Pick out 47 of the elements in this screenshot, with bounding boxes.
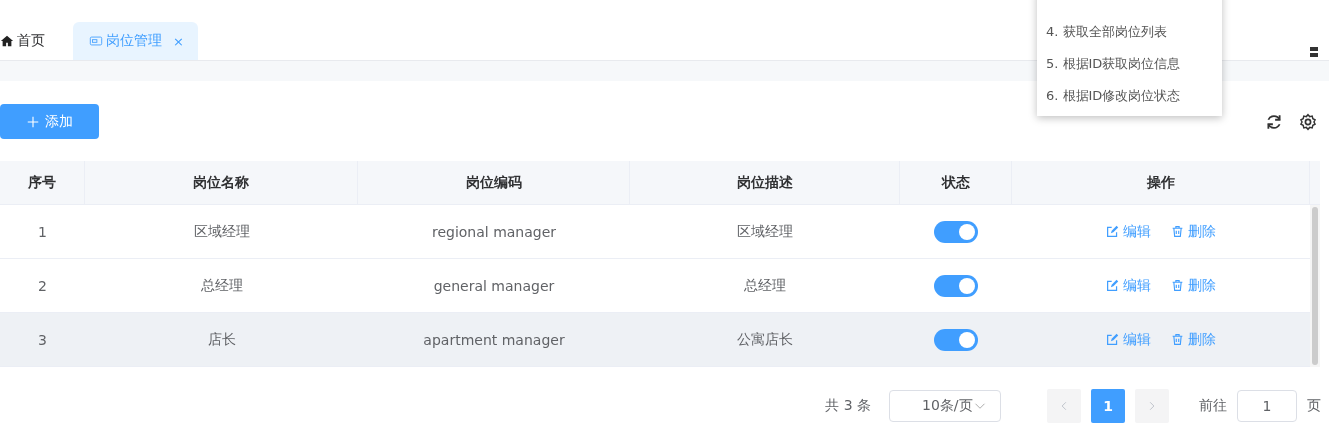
menu-item[interactable]: 5. 根据ID获取岗位信息 [1037,48,1222,80]
edit-icon [1106,279,1119,292]
column-header: 岗位编码 [358,161,630,205]
edit-icon [1106,225,1119,238]
page-unit: 页 [1307,397,1321,415]
delete-link[interactable]: 删除 [1171,330,1216,349]
trash-icon [1171,225,1184,238]
close-icon[interactable]: × [173,33,184,49]
grid-icon [1309,44,1319,60]
trash-icon [1171,279,1184,292]
home-icon [0,34,14,48]
refresh-icon [1265,112,1283,131]
page-input[interactable]: 1 [1237,390,1297,422]
table-cell: 公寓店长 [630,313,900,367]
column-header: 岗位名称 [85,161,358,205]
plus-icon [26,115,39,128]
edit-link[interactable]: 编辑 [1106,222,1151,241]
column-header: 状态 [900,161,1012,205]
edit-link[interactable]: 编辑 [1106,276,1151,295]
tab[interactable]: 首页 [0,22,59,60]
edit-link[interactable]: 编辑 [1106,330,1151,349]
card-icon [89,34,103,48]
delete-link[interactable]: 删除 [1171,276,1216,295]
settings-icon [1299,112,1317,131]
page-button[interactable]: 1 [1091,389,1125,423]
tab[interactable]: 岗位管理 × [73,22,198,60]
page-size-select[interactable]: 10条/页 [889,390,1001,422]
column-header: 序号 [0,161,85,205]
status-switch[interactable] [934,274,978,297]
menu-item[interactable]: 6. 根据ID修改岗位状态 [1037,80,1222,112]
menu-item[interactable]: 4. 获取全部岗位列表 [1037,16,1222,48]
status-switch[interactable] [934,220,978,243]
column-header: 岗位描述 [630,161,900,205]
chevron-right-icon [1147,401,1157,411]
goto-label: 前往 [1199,397,1227,415]
chevron-left-icon [1059,401,1069,411]
table-cell: 店长 [85,313,358,367]
table-cell: 3 [0,313,85,367]
total-count: 共 3 条 [825,397,871,415]
delete-link[interactable]: 删除 [1171,222,1216,241]
trash-icon [1171,333,1184,346]
edit-icon [1106,333,1119,346]
table-cell: apartment manager [358,313,630,367]
column-header: 操作 [1012,161,1310,205]
status-switch[interactable] [934,328,978,351]
scrollbar-thumb[interactable] [1312,207,1318,365]
add-button[interactable]: 添加 [0,104,99,139]
